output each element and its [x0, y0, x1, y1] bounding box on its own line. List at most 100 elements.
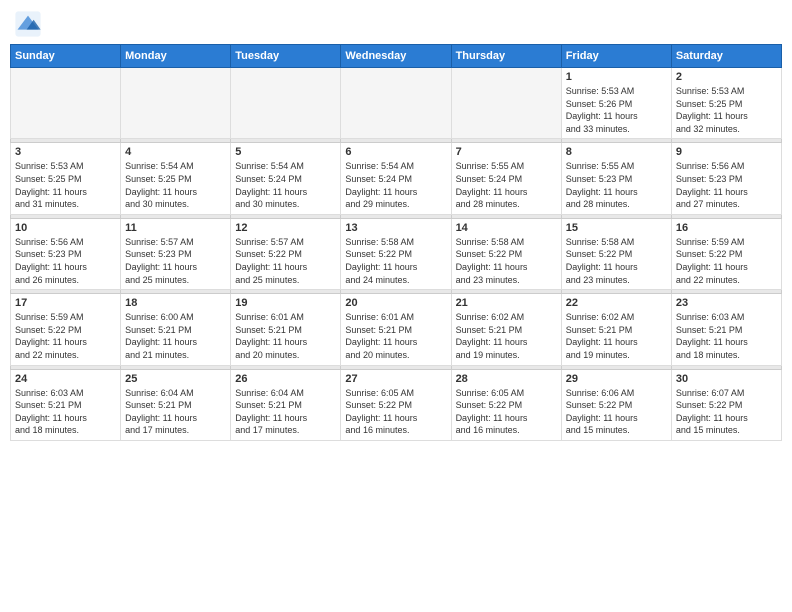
- day-info: Sunrise: 5:58 AM Sunset: 5:22 PM Dayligh…: [566, 236, 667, 286]
- day-info: Sunrise: 5:58 AM Sunset: 5:22 PM Dayligh…: [345, 236, 446, 286]
- day-info: Sunrise: 6:02 AM Sunset: 5:21 PM Dayligh…: [566, 311, 667, 361]
- day-number: 13: [345, 222, 446, 234]
- calendar-cell: [231, 68, 341, 139]
- calendar-cell: [121, 68, 231, 139]
- day-info: Sunrise: 6:07 AM Sunset: 5:22 PM Dayligh…: [676, 387, 777, 437]
- day-number: 9: [676, 146, 777, 158]
- day-number: 3: [15, 146, 116, 158]
- logo: [14, 10, 46, 38]
- calendar-cell: 3 Sunrise: 5:53 AM Sunset: 5:25 PM Daylig…: [11, 143, 121, 214]
- calendar-cell: 15 Sunrise: 5:58 AM Sunset: 5:22 PM Dayli…: [561, 218, 671, 289]
- day-number: 20: [345, 297, 446, 309]
- day-number: 6: [345, 146, 446, 158]
- calendar-cell: 14Sunrise: 5:58 AM Sunset: 5:22 PM Dayli…: [451, 218, 561, 289]
- day-info: Sunrise: 5:53 AM Sunset: 5:25 PM Dayligh…: [676, 85, 777, 135]
- calendar-cell: 22 Sunrise: 6:02 AM Sunset: 5:21 PM Dayli…: [561, 294, 671, 365]
- logo-icon: [14, 10, 42, 38]
- day-number: 4: [125, 146, 226, 158]
- calendar-cell: 17 Sunrise: 5:59 AM Sunset: 5:22 PM Dayli…: [11, 294, 121, 365]
- day-info: Sunrise: 6:05 AM Sunset: 5:22 PM Dayligh…: [345, 387, 446, 437]
- day-info: Sunrise: 6:05 AM Sunset: 5:22 PM Dayligh…: [456, 387, 557, 437]
- calendar-cell: 8Sunrise: 5:55 AM Sunset: 5:23 PM Daylig…: [561, 143, 671, 214]
- calendar-cell: 1 Sunrise: 5:53 AM Sunset: 5:26 PM Daylig…: [561, 68, 671, 139]
- page-header: [10, 10, 782, 38]
- weekday-header: Friday: [561, 45, 671, 68]
- day-info: Sunrise: 5:56 AM Sunset: 5:23 PM Dayligh…: [15, 236, 116, 286]
- day-info: Sunrise: 6:01 AM Sunset: 5:21 PM Dayligh…: [345, 311, 446, 361]
- day-info: Sunrise: 5:57 AM Sunset: 5:22 PM Dayligh…: [235, 236, 336, 286]
- calendar-cell: 9 Sunrise: 5:56 AM Sunset: 5:23 PM Daylig…: [671, 143, 781, 214]
- day-number: 16: [676, 222, 777, 234]
- calendar-cell: 7 Sunrise: 5:55 AM Sunset: 5:24 PM Daylig…: [451, 143, 561, 214]
- calendar-cell: 13 Sunrise: 5:58 AM Sunset: 5:22 PM Dayli…: [341, 218, 451, 289]
- header-row: SundayMondayTuesdayWednesdayThursdayFrid…: [11, 45, 782, 68]
- calendar-cell: 16 Sunrise: 5:59 AM Sunset: 5:22 PM Dayli…: [671, 218, 781, 289]
- day-info: Sunrise: 5:53 AM Sunset: 5:25 PM Dayligh…: [15, 160, 116, 210]
- day-number: 25: [125, 373, 226, 385]
- calendar-cell: 26Sunrise: 6:04 AM Sunset: 5:21 PM Dayli…: [231, 369, 341, 440]
- day-info: Sunrise: 6:06 AM Sunset: 5:22 PM Dayligh…: [566, 387, 667, 437]
- calendar-cell: 29Sunrise: 6:06 AM Sunset: 5:22 PM Dayli…: [561, 369, 671, 440]
- day-number: 7: [456, 146, 557, 158]
- weekday-header: Saturday: [671, 45, 781, 68]
- day-number: 15: [566, 222, 667, 234]
- day-info: Sunrise: 6:01 AM Sunset: 5:21 PM Dayligh…: [235, 311, 336, 361]
- day-number: 21: [456, 297, 557, 309]
- day-number: 2: [676, 71, 777, 83]
- calendar-cell: 30 Sunrise: 6:07 AM Sunset: 5:22 PM Dayli…: [671, 369, 781, 440]
- calendar-cell: 10Sunrise: 5:56 AM Sunset: 5:23 PM Dayli…: [11, 218, 121, 289]
- calendar-week-row: 1 Sunrise: 5:53 AM Sunset: 5:26 PM Daylig…: [11, 68, 782, 139]
- day-number: 24: [15, 373, 116, 385]
- day-number: 30: [676, 373, 777, 385]
- weekday-header: Sunday: [11, 45, 121, 68]
- day-number: 18: [125, 297, 226, 309]
- calendar-cell: 19 Sunrise: 6:01 AM Sunset: 5:21 PM Dayli…: [231, 294, 341, 365]
- day-number: 8: [566, 146, 667, 158]
- day-number: 22: [566, 297, 667, 309]
- calendar-cell: 12Sunrise: 5:57 AM Sunset: 5:22 PM Dayli…: [231, 218, 341, 289]
- calendar-cell: 28 Sunrise: 6:05 AM Sunset: 5:22 PM Dayli…: [451, 369, 561, 440]
- day-info: Sunrise: 6:00 AM Sunset: 5:21 PM Dayligh…: [125, 311, 226, 361]
- calendar-cell: 27 Sunrise: 6:05 AM Sunset: 5:22 PM Dayli…: [341, 369, 451, 440]
- calendar-cell: 4 Sunrise: 5:54 AM Sunset: 5:25 PM Daylig…: [121, 143, 231, 214]
- day-info: Sunrise: 5:55 AM Sunset: 5:24 PM Dayligh…: [456, 160, 557, 210]
- calendar-cell: 24 Sunrise: 6:03 AM Sunset: 5:21 PM Dayli…: [11, 369, 121, 440]
- day-info: Sunrise: 5:54 AM Sunset: 5:24 PM Dayligh…: [235, 160, 336, 210]
- day-info: Sunrise: 5:53 AM Sunset: 5:26 PM Dayligh…: [566, 85, 667, 135]
- calendar-cell: 5 Sunrise: 5:54 AM Sunset: 5:24 PM Daylig…: [231, 143, 341, 214]
- day-info: Sunrise: 6:04 AM Sunset: 5:21 PM Dayligh…: [125, 387, 226, 437]
- calendar-week-row: 10Sunrise: 5:56 AM Sunset: 5:23 PM Dayli…: [11, 218, 782, 289]
- day-info: Sunrise: 5:54 AM Sunset: 5:24 PM Dayligh…: [345, 160, 446, 210]
- calendar-cell: 23 Sunrise: 6:03 AM Sunset: 5:21 PM Dayli…: [671, 294, 781, 365]
- day-info: Sunrise: 5:57 AM Sunset: 5:23 PM Dayligh…: [125, 236, 226, 286]
- calendar-cell: 11Sunrise: 5:57 AM Sunset: 5:23 PM Dayli…: [121, 218, 231, 289]
- day-info: Sunrise: 6:02 AM Sunset: 5:21 PM Dayligh…: [456, 311, 557, 361]
- calendar-week-row: 24 Sunrise: 6:03 AM Sunset: 5:21 PM Dayli…: [11, 369, 782, 440]
- weekday-header: Monday: [121, 45, 231, 68]
- day-info: Sunrise: 5:54 AM Sunset: 5:25 PM Dayligh…: [125, 160, 226, 210]
- day-number: 26: [235, 373, 336, 385]
- day-info: Sunrise: 5:56 AM Sunset: 5:23 PM Dayligh…: [676, 160, 777, 210]
- day-info: Sunrise: 6:03 AM Sunset: 5:21 PM Dayligh…: [15, 387, 116, 437]
- day-number: 17: [15, 297, 116, 309]
- calendar: SundayMondayTuesdayWednesdayThursdayFrid…: [10, 44, 782, 441]
- calendar-cell: 20 Sunrise: 6:01 AM Sunset: 5:21 PM Dayli…: [341, 294, 451, 365]
- day-number: 14: [456, 222, 557, 234]
- day-number: 23: [676, 297, 777, 309]
- calendar-week-row: 17 Sunrise: 5:59 AM Sunset: 5:22 PM Dayli…: [11, 294, 782, 365]
- calendar-cell: 18 Sunrise: 6:00 AM Sunset: 5:21 PM Dayli…: [121, 294, 231, 365]
- weekday-header: Thursday: [451, 45, 561, 68]
- day-info: Sunrise: 5:59 AM Sunset: 5:22 PM Dayligh…: [676, 236, 777, 286]
- day-number: 27: [345, 373, 446, 385]
- day-number: 5: [235, 146, 336, 158]
- calendar-week-row: 3 Sunrise: 5:53 AM Sunset: 5:25 PM Daylig…: [11, 143, 782, 214]
- calendar-cell: 2 Sunrise: 5:53 AM Sunset: 5:25 PM Daylig…: [671, 68, 781, 139]
- weekday-header: Tuesday: [231, 45, 341, 68]
- calendar-cell: [341, 68, 451, 139]
- calendar-cell: [11, 68, 121, 139]
- day-info: Sunrise: 5:59 AM Sunset: 5:22 PM Dayligh…: [15, 311, 116, 361]
- day-number: 1: [566, 71, 667, 83]
- day-number: 19: [235, 297, 336, 309]
- day-info: Sunrise: 6:03 AM Sunset: 5:21 PM Dayligh…: [676, 311, 777, 361]
- day-number: 28: [456, 373, 557, 385]
